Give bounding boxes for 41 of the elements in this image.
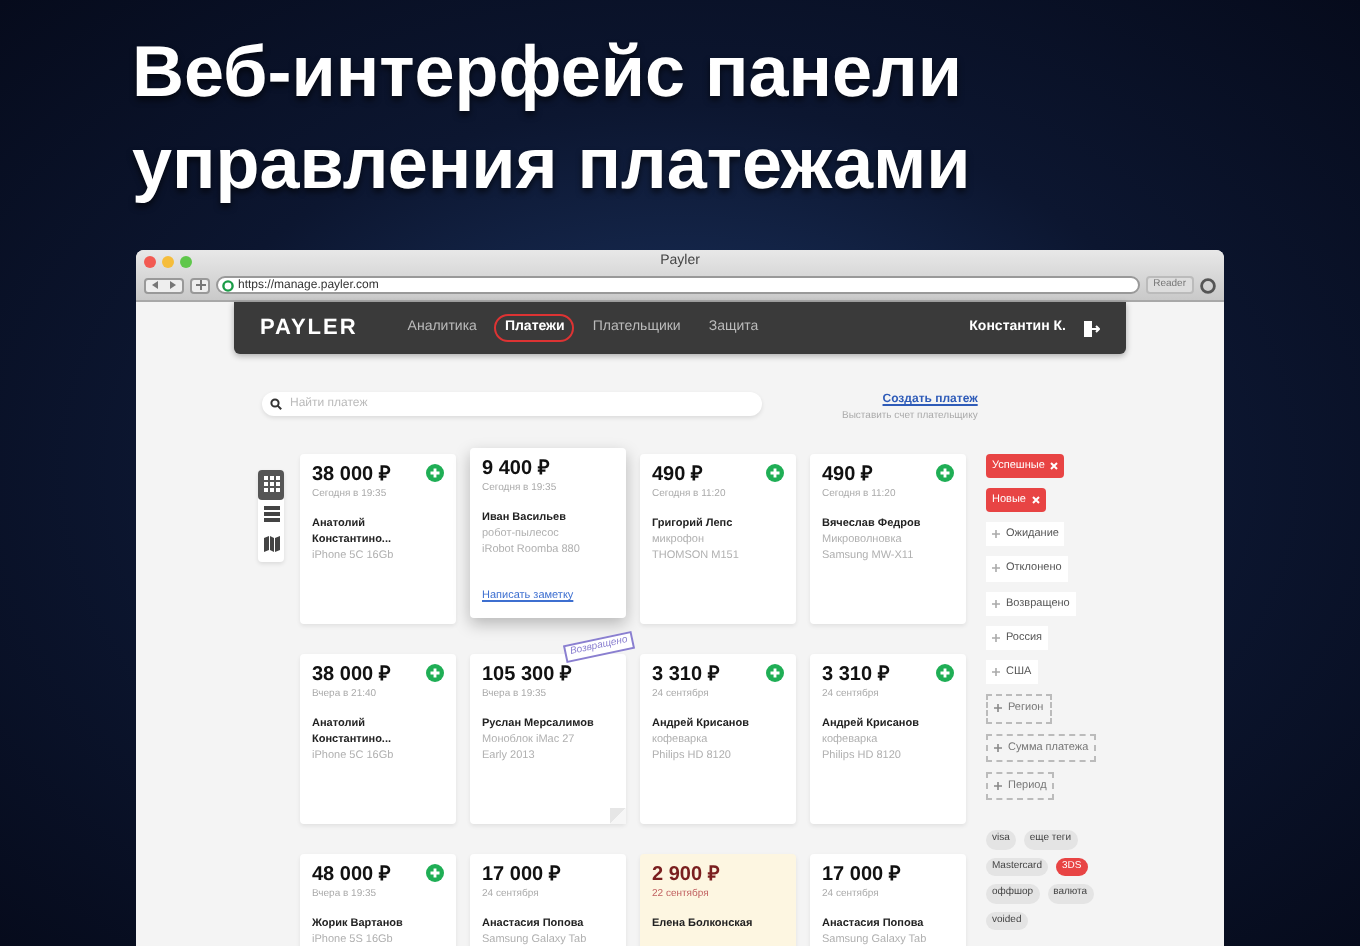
plus-circle-icon[interactable] bbox=[766, 463, 784, 481]
plus-icon bbox=[992, 564, 1000, 573]
payment-amount: 490 ₽ bbox=[652, 463, 703, 487]
close-icon[interactable] bbox=[1031, 495, 1040, 504]
add-bookmark-button[interactable] bbox=[190, 277, 210, 293]
back-forward-buttons[interactable] bbox=[144, 277, 184, 293]
plus-icon bbox=[994, 743, 1002, 752]
folded-corner bbox=[610, 807, 626, 823]
list-icon bbox=[263, 506, 279, 522]
plus-icon bbox=[992, 599, 1000, 608]
headline: управления платежами bbox=[132, 119, 973, 207]
close-icon[interactable] bbox=[1050, 461, 1059, 470]
plus-icon bbox=[994, 781, 1002, 790]
headline: Веб-интерфейс панели bbox=[132, 27, 965, 115]
plus-icon bbox=[994, 704, 1002, 713]
payment-amount: 17 000 ₽ bbox=[482, 863, 561, 887]
payment-amount: 48 000 ₽ bbox=[312, 863, 391, 887]
map-icon bbox=[263, 536, 279, 552]
logout-icon[interactable] bbox=[1082, 319, 1100, 337]
payment-amount: 490 ₽ bbox=[822, 463, 873, 487]
payment-amount: 3 310 ₽ bbox=[652, 663, 720, 687]
payment-amount: 38 000 ₽ bbox=[312, 463, 391, 487]
payment-amount: 2 900 ₽ bbox=[652, 863, 720, 887]
plus-icon bbox=[992, 668, 1000, 677]
plus-icon bbox=[992, 530, 1000, 539]
plus-icon bbox=[992, 633, 1000, 642]
payment-amount: 105 300 ₽ bbox=[482, 663, 572, 687]
payment-amount: 38 000 ₽ bbox=[312, 663, 391, 687]
view-mode-button[interactable] bbox=[258, 469, 284, 499]
payment-amount: 9 400 ₽ bbox=[482, 457, 550, 481]
plus-circle-icon[interactable] bbox=[936, 663, 954, 681]
search-icon bbox=[270, 398, 282, 410]
payment-amount: 3 310 ₽ bbox=[822, 663, 890, 687]
payment-amount: 17 000 ₽ bbox=[822, 863, 901, 887]
plus-circle-icon[interactable] bbox=[766, 663, 784, 681]
grid-icon bbox=[263, 476, 279, 492]
plus-circle-icon[interactable] bbox=[936, 463, 954, 481]
plus-circle-icon[interactable] bbox=[426, 663, 444, 681]
plus-circle-icon[interactable] bbox=[426, 863, 444, 881]
logo: PAYLER bbox=[260, 313, 358, 344]
plus-circle-icon[interactable] bbox=[426, 463, 444, 481]
